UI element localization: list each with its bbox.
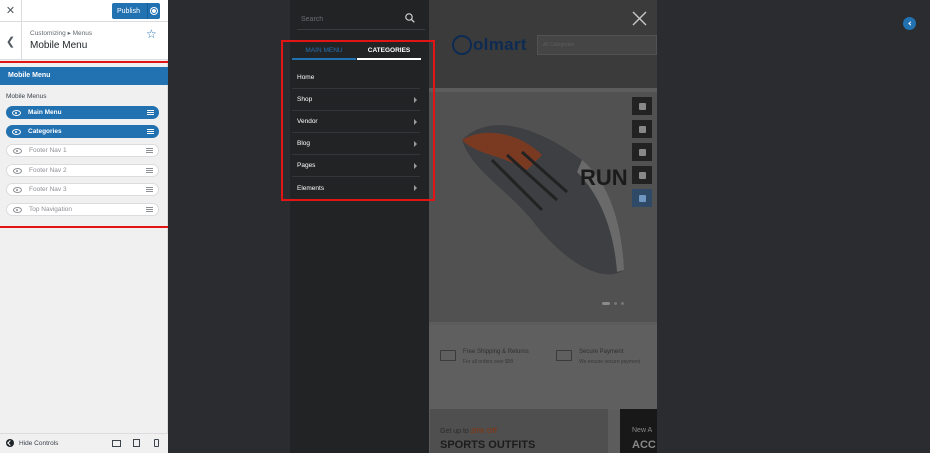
- feature-subtitle: For all orders over $99: [463, 359, 514, 365]
- publish-settings-icon[interactable]: [147, 3, 160, 19]
- hero-headline: RUN: [580, 165, 628, 190]
- customizer-footer: Hide Controls: [0, 433, 168, 453]
- promo-title: SPORTS OUTFITS: [440, 439, 536, 451]
- star-icon[interactable]: ☆: [146, 27, 157, 41]
- category-select-value: All Categories: [543, 42, 575, 48]
- customizer-topbar: ✕ Publish: [0, 0, 168, 22]
- feature-title: Secure Payment: [579, 349, 624, 355]
- highlight-box-mobile-menu: [281, 40, 435, 201]
- logo-mark-icon: [452, 35, 472, 55]
- expand-sidebar-icon[interactable]: [903, 17, 916, 30]
- category-select[interactable]: All Categories: [537, 35, 657, 55]
- breadcrumb: Customizing ▸ Menus: [30, 30, 93, 37]
- promo-subtitle-prefix: Get up to: [440, 428, 471, 435]
- search-icon[interactable]: [405, 13, 415, 23]
- cart-icon[interactable]: [632, 189, 652, 207]
- hide-controls-label: Hide Controls: [19, 439, 59, 447]
- section-title: Mobile Menu: [30, 40, 88, 51]
- promo2-title: ACC: [632, 439, 656, 451]
- feature-subtitle: We ensure secure payment: [579, 359, 641, 365]
- collapse-icon: [6, 439, 14, 447]
- promo-discount: 20% Off: [470, 428, 497, 435]
- hide-controls-button[interactable]: Hide Controls: [6, 439, 58, 447]
- tablet-preview-icon[interactable]: [133, 439, 140, 447]
- slider-dot-active[interactable]: [602, 302, 610, 305]
- shipping-truck-icon: [440, 350, 456, 361]
- publish-label: Publish: [117, 7, 140, 15]
- secure-payment-icon: [556, 350, 572, 361]
- close-customizer-button[interactable]: ✕: [0, 0, 22, 22]
- info-icon[interactable]: [632, 120, 652, 138]
- publish-button[interactable]: Publish: [112, 3, 160, 19]
- shoe-image: [462, 125, 624, 275]
- site-logo[interactable]: olmart: [452, 35, 527, 55]
- highlight-box-sidebar: [0, 61, 170, 228]
- logo-text: olmart: [473, 35, 527, 54]
- mobile-preview-icon[interactable]: [154, 439, 159, 447]
- promo-subtitle: Get up to 20% Off: [440, 428, 497, 435]
- promo2-subtitle: New A: [632, 427, 653, 434]
- features-strip: [429, 325, 657, 410]
- slider-dot[interactable]: [614, 302, 617, 305]
- chat-icon[interactable]: [632, 143, 652, 161]
- home-icon[interactable]: [632, 97, 652, 115]
- close-icon[interactable]: [632, 11, 647, 26]
- back-button[interactable]: ❮: [0, 22, 22, 60]
- star-icon[interactable]: [632, 166, 652, 184]
- slider-dot[interactable]: [621, 302, 624, 305]
- feature-title: Free Shipping & Returns: [463, 349, 529, 355]
- section-header: ❮ Customizing ▸ Menus Mobile Menu ☆: [0, 22, 168, 60]
- desktop-preview-icon[interactable]: [112, 440, 121, 447]
